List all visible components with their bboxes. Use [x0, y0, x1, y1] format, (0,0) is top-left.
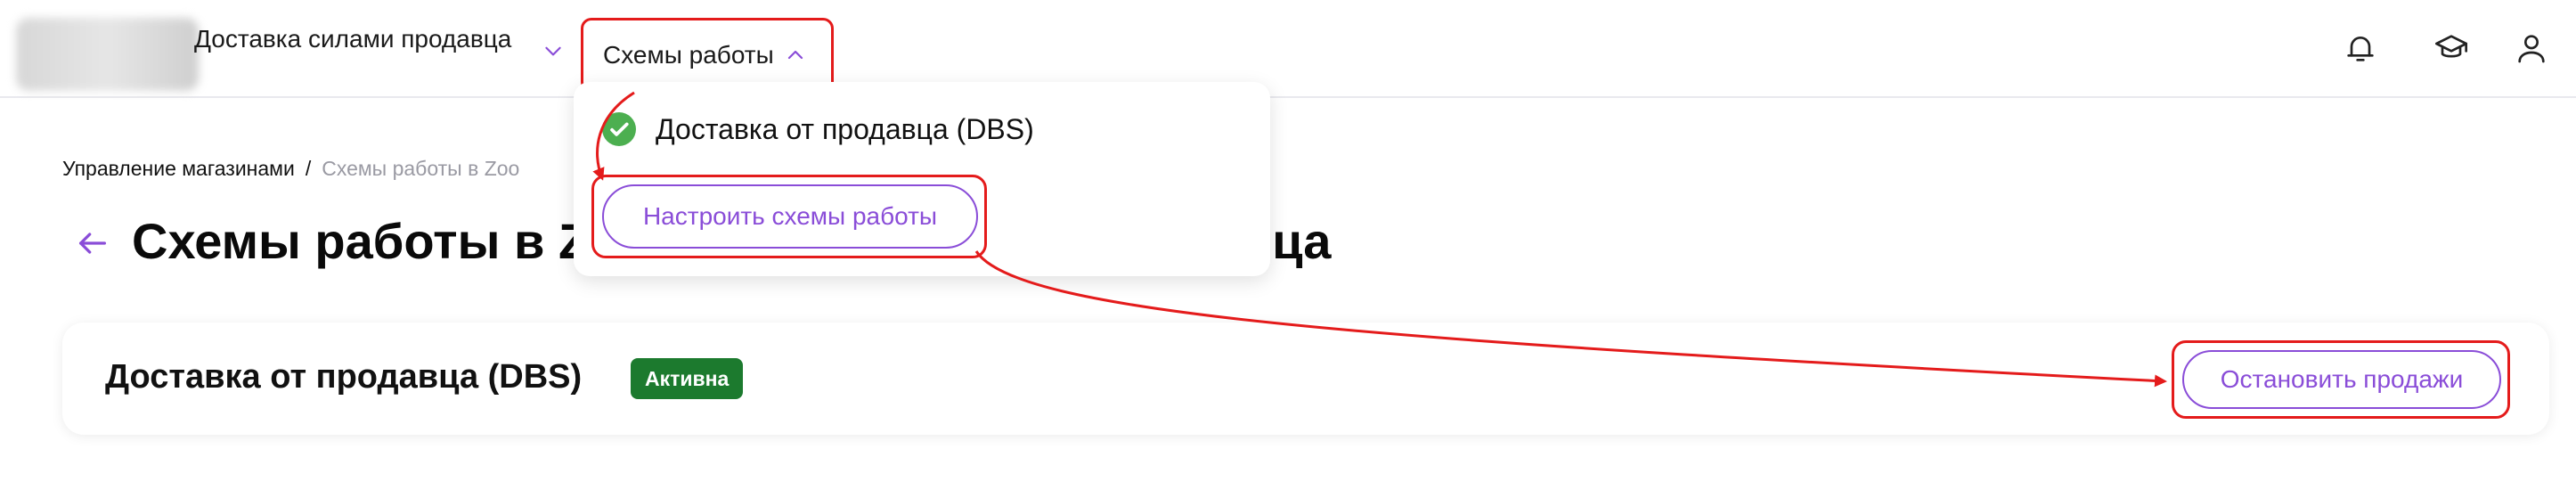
scheme-card: Доставка от продавца (DBS) Активна Остан…	[62, 323, 2549, 435]
status-badge: Активна	[631, 358, 744, 399]
configure-highlight: Настроить схемы работы	[591, 175, 987, 258]
breadcrumb-current: Схемы работы в Zoo	[322, 157, 520, 180]
schemes-dropdown-menu: Доставка от продавца (DBS) Настроить схе…	[574, 82, 1270, 276]
stop-sales-highlight: Остановить продажи	[2172, 340, 2510, 419]
user-icon[interactable]	[2514, 30, 2549, 66]
check-circle-icon	[602, 112, 636, 146]
store-logo[interactable]	[16, 18, 199, 91]
breadcrumb-stores-link[interactable]: Управление магазинами	[62, 157, 295, 181]
chevron-up-icon	[787, 50, 803, 60]
configure-schemes-button[interactable]: Настроить схемы работы	[602, 184, 978, 249]
stop-sales-button[interactable]: Остановить продажи	[2182, 350, 2501, 409]
breadcrumb-separator: /	[305, 157, 312, 180]
store-name[interactable]: Доставка силами продавца	[194, 25, 511, 53]
back-arrow-icon[interactable]	[75, 228, 110, 258]
bell-icon[interactable]	[2343, 30, 2378, 66]
schemes-label: Схемы работы	[603, 41, 774, 69]
breadcrumb: Управление магазинами / Схемы работы в Z…	[62, 157, 519, 181]
scheme-card-title: Доставка от продавца (DBS)	[105, 358, 583, 396]
chevron-down-icon[interactable]	[542, 39, 565, 62]
dropdown-item-dbs[interactable]: Доставка от продавца (DBS)	[602, 112, 1034, 146]
dropdown-item-label: Доставка от продавца (DBS)	[656, 112, 1034, 145]
graduation-cap-icon[interactable]	[2433, 30, 2469, 66]
top-bar: Доставка силами продавца Схемы работы	[0, 0, 2576, 98]
